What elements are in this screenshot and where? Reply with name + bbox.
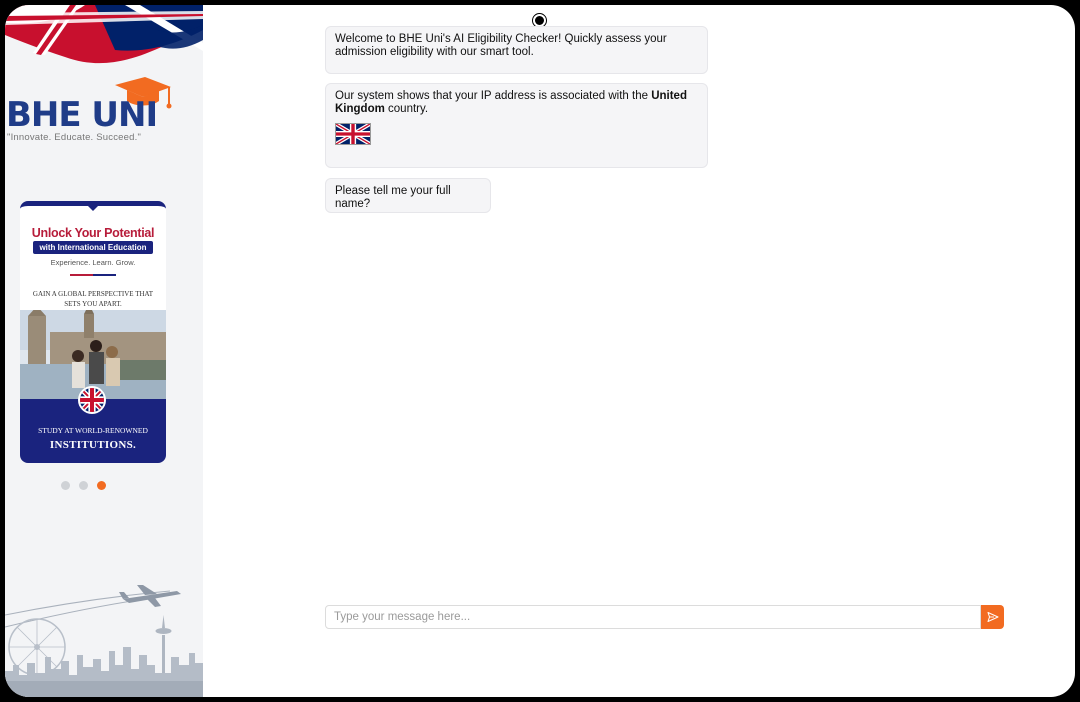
send-button[interactable] [981, 605, 1004, 629]
promo-notch [87, 206, 99, 211]
carousel-dot-3[interactable] [97, 481, 106, 490]
bot-message-ask-name: Please tell me your full name? [325, 178, 491, 213]
uk-flag-circle-icon [78, 386, 106, 414]
bhe-uni-logo[interactable]: BHE UNI "Innovate. Educate. Succeed." [5, 71, 203, 151]
promo-institutions-text: INSTITUTIONS. [49, 439, 137, 451]
ask-name-text: Please tell me your full name? [335, 185, 451, 210]
bot-message-ip-location: Our system shows that your IP address is… [325, 83, 708, 168]
promo-pill: with International Education [33, 241, 153, 254]
bot-message-welcome: Welcome to BHE Uni's AI Eligibility Chec… [325, 26, 708, 74]
carousel-dot-1[interactable] [61, 481, 70, 490]
uk-flag-icon [335, 123, 371, 145]
ip-text-prefix: Our system shows that your IP address is… [335, 90, 652, 102]
ip-text-suffix: country. [384, 103, 429, 115]
promo-banner[interactable]: Unlock Your Potential with International… [20, 201, 166, 463]
promo-study-text: STUDY AT WORLD-RENOWNED [38, 426, 148, 435]
app-window: BHE UNI "Innovate. Educate. Succeed." Un… [5, 5, 1075, 697]
uk-flag-banner [5, 5, 203, 75]
send-icon [987, 612, 998, 622]
carousel-dot-2[interactable] [79, 481, 88, 490]
message-composer [325, 605, 1004, 629]
promo-title: Unlock Your Potential [31, 226, 155, 240]
promo-subtitle: Experience. Learn. Grow. [50, 258, 136, 267]
airplane-icon [119, 585, 181, 607]
logo-tagline: "Innovate. Educate. Succeed." [7, 132, 142, 143]
promo-gain-text: GAIN A GLOBAL PERSPECTIVE THAT SETS YOU … [32, 290, 154, 308]
logo-text: BHE UNI [6, 95, 158, 135]
welcome-text: Welcome to BHE Uni's AI Eligibility Chec… [335, 33, 667, 58]
sidebar: BHE UNI "Innovate. Educate. Succeed." Un… [5, 5, 203, 697]
city-skyline-illustration [5, 585, 203, 697]
promo-divider [70, 274, 116, 276]
message-input[interactable] [325, 605, 981, 629]
